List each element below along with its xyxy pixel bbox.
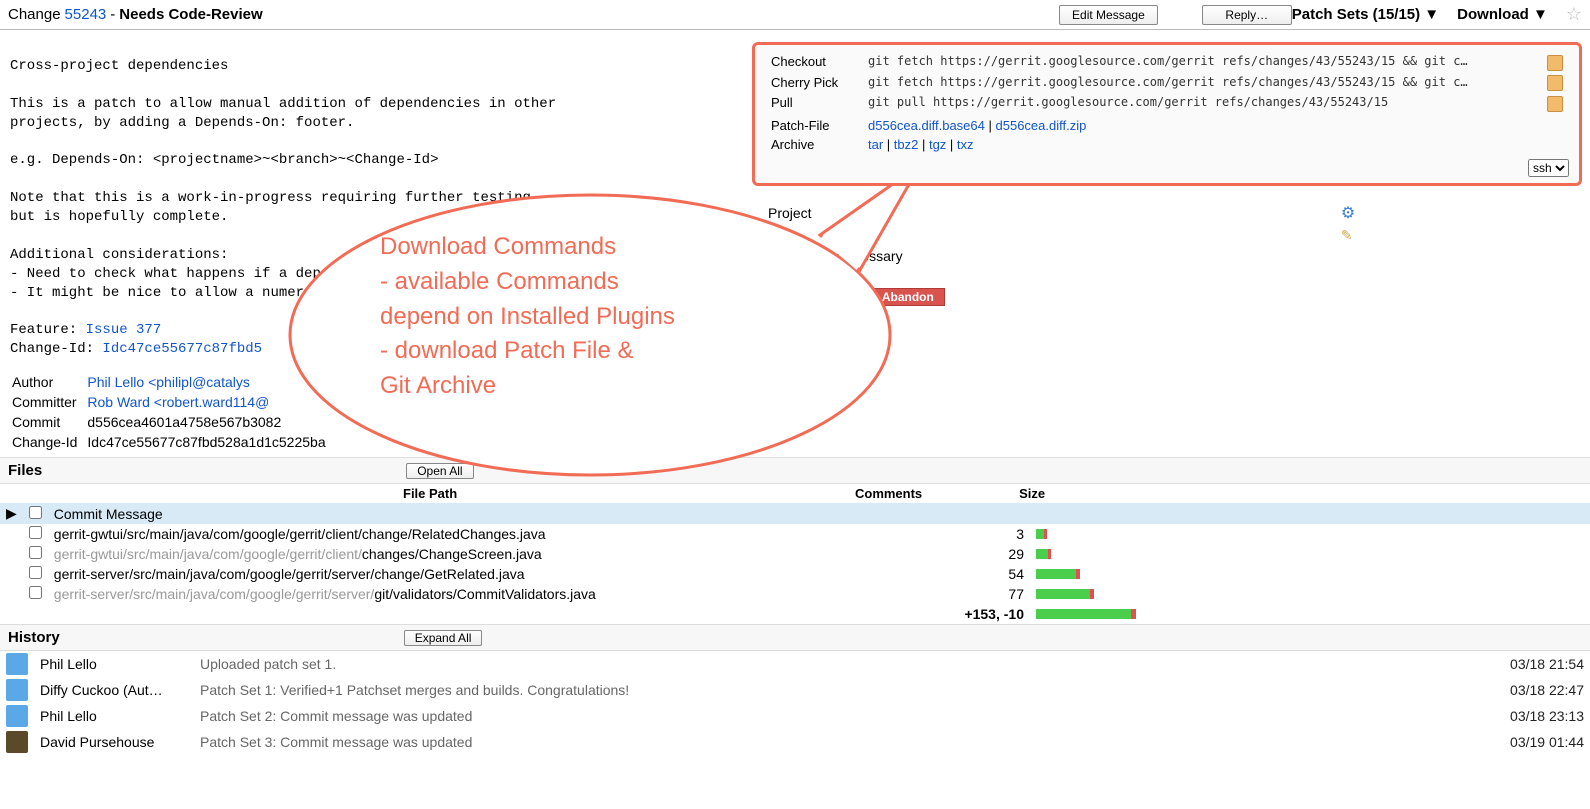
- copy-icon[interactable]: [1547, 75, 1563, 91]
- download-cmd[interactable]: git fetch https://gerrit.googlesource.co…: [864, 53, 1541, 72]
- file-size-bar: [1030, 544, 1590, 564]
- avatar: [6, 679, 28, 701]
- history-message: Patch Set 1: Verified+1 Patchset merges …: [194, 677, 1470, 703]
- change-details-panel: Project⚙ ter✎ if Necessary go ase Abando…: [760, 200, 1363, 309]
- history-date: 03/19 01:44: [1470, 729, 1590, 755]
- changeid-link[interactable]: Idc47ce55677c87fbd5: [102, 341, 262, 357]
- patch-sets-dropdown[interactable]: Patch Sets (15/15) ▼: [1292, 6, 1439, 23]
- feature-link[interactable]: Issue 377: [86, 322, 162, 338]
- file-path[interactable]: gerrit-gwtui/src/main/java/com/google/ge…: [48, 544, 890, 564]
- commit-meta: AuthorPhil Lello <philipl@catalys Commit…: [10, 371, 336, 453]
- file-path[interactable]: gerrit-server/src/main/java/com/google/g…: [48, 564, 890, 584]
- patch-file-base64[interactable]: d556cea.diff.base64: [868, 118, 985, 133]
- download-scheme-select[interactable]: ssh: [1528, 159, 1569, 177]
- committer-link[interactable]: Rob Ward <robert.ward114@: [87, 394, 269, 410]
- files-table: ▶Commit Messagegerrit-gwtui/src/main/jav…: [0, 503, 1590, 624]
- abandon-button[interactable]: Abandon: [871, 288, 945, 306]
- files-columns: File Path Comments Size: [0, 484, 1590, 503]
- file-comments-count: [890, 503, 1030, 524]
- gear-icon[interactable]: ⚙: [1341, 205, 1355, 222]
- download-cmd[interactable]: git pull https://gerrit.googlesource.com…: [864, 94, 1541, 113]
- history-row[interactable]: Diffy Cuckoo (Aut…Patch Set 1: Verified+…: [0, 677, 1590, 703]
- file-reviewed-checkbox[interactable]: [29, 566, 42, 579]
- history-table: Phil LelloUploaded patch set 1.03/18 21:…: [0, 651, 1590, 755]
- star-icon[interactable]: ☆: [1566, 4, 1582, 25]
- file-comments-count: 77: [890, 584, 1030, 604]
- file-comments-count: 3: [890, 524, 1030, 544]
- archive-tar[interactable]: tar: [868, 137, 883, 152]
- file-row[interactable]: gerrit-gwtui/src/main/java/com/google/ge…: [0, 524, 1590, 544]
- download-cmd[interactable]: git fetch https://gerrit.googlesource.co…: [864, 74, 1541, 93]
- archive-txz[interactable]: txz: [957, 137, 974, 152]
- edit-message-button[interactable]: Edit Message: [1059, 5, 1158, 25]
- history-message: Patch Set 2: Commit message was updated: [194, 703, 1470, 729]
- file-row[interactable]: ▶ Commit Message: [0, 503, 1590, 524]
- change-number-link[interactable]: 55243: [65, 6, 107, 23]
- file-size-bar: [1030, 503, 1590, 524]
- history-section-header: History Expand All: [0, 624, 1590, 651]
- files-totals: +153, -10: [890, 604, 1030, 624]
- change-status: Needs Code-Review: [119, 6, 262, 23]
- branch-link[interactable]: ter: [826, 228, 842, 244]
- expand-all-button[interactable]: Expand All: [404, 630, 483, 646]
- archive-tbz2[interactable]: tbz2: [894, 137, 919, 152]
- file-comments-count: 29: [890, 544, 1030, 564]
- file-comments-count: 54: [890, 564, 1030, 584]
- rebase-button[interactable]: ase: [826, 288, 867, 306]
- history-author: Diffy Cuckoo (Aut…: [34, 677, 194, 703]
- download-dropdown[interactable]: Download ▼: [1457, 6, 1548, 23]
- sep: -: [110, 6, 115, 23]
- expand-arrow-icon[interactable]: ▶: [0, 503, 23, 524]
- avatar: [6, 731, 28, 753]
- history-date: 03/18 23:13: [1470, 703, 1590, 729]
- history-message: Uploaded patch set 1.: [194, 651, 1470, 677]
- file-reviewed-checkbox[interactable]: [29, 506, 42, 519]
- patch-file-zip[interactable]: d556cea.diff.zip: [996, 118, 1087, 133]
- file-row[interactable]: gerrit-gwtui/src/main/java/com/google/ge…: [0, 544, 1590, 564]
- files-section-header: Files Open All: [0, 457, 1590, 484]
- archive-tgz[interactable]: tgz: [929, 137, 946, 152]
- history-row[interactable]: David PursehousePatch Set 3: Commit mess…: [0, 729, 1590, 755]
- expand-arrow-icon[interactable]: [0, 544, 23, 564]
- reply-button[interactable]: Reply…: [1202, 5, 1292, 25]
- file-path[interactable]: gerrit-gwtui/src/main/java/com/google/ge…: [48, 524, 890, 544]
- file-size-bar: [1030, 524, 1590, 544]
- file-path[interactable]: gerrit-server/src/main/java/com/google/g…: [48, 584, 890, 604]
- edit-icon[interactable]: ✎: [1341, 227, 1353, 243]
- author-link[interactable]: Phil Lello <philipl@catalys: [87, 374, 249, 390]
- history-author: David Pursehouse: [34, 729, 194, 755]
- change-label: Change: [8, 6, 61, 23]
- download-cmd-label: Cherry Pick: [767, 74, 862, 93]
- history-row[interactable]: Phil LelloUploaded patch set 1.03/18 21:…: [0, 651, 1590, 677]
- file-reviewed-checkbox[interactable]: [29, 546, 42, 559]
- file-row[interactable]: gerrit-server/src/main/java/com/google/g…: [0, 564, 1590, 584]
- file-size-bar: [1030, 584, 1590, 604]
- change-header: Change 55243 - Needs Code-Review Edit Me…: [0, 0, 1590, 30]
- file-path[interactable]: Commit Message: [48, 503, 890, 524]
- expand-arrow-icon[interactable]: [0, 524, 23, 544]
- copy-icon[interactable]: [1547, 96, 1563, 112]
- copy-icon[interactable]: [1547, 55, 1563, 71]
- avatar: [6, 653, 28, 675]
- expand-arrow-icon[interactable]: [0, 584, 23, 604]
- history-author: Phil Lello: [34, 703, 194, 729]
- download-cmd-label: Checkout: [767, 53, 862, 72]
- file-row[interactable]: gerrit-server/src/main/java/com/google/g…: [0, 584, 1590, 604]
- file-size-bar: [1030, 564, 1590, 584]
- history-message: Patch Set 3: Commit message was updated: [194, 729, 1470, 755]
- history-date: 03/18 22:47: [1470, 677, 1590, 703]
- file-reviewed-checkbox[interactable]: [29, 526, 42, 539]
- history-author: Phil Lello: [34, 651, 194, 677]
- avatar: [6, 705, 28, 727]
- expand-arrow-icon[interactable]: [0, 564, 23, 584]
- history-row[interactable]: Phil LelloPatch Set 2: Commit message wa…: [0, 703, 1590, 729]
- download-cmd-label: Pull: [767, 94, 862, 113]
- file-reviewed-checkbox[interactable]: [29, 586, 42, 599]
- download-popup: Checkoutgit fetch https://gerrit.googles…: [752, 42, 1582, 186]
- open-all-button[interactable]: Open All: [406, 463, 473, 479]
- history-date: 03/18 21:54: [1470, 651, 1590, 677]
